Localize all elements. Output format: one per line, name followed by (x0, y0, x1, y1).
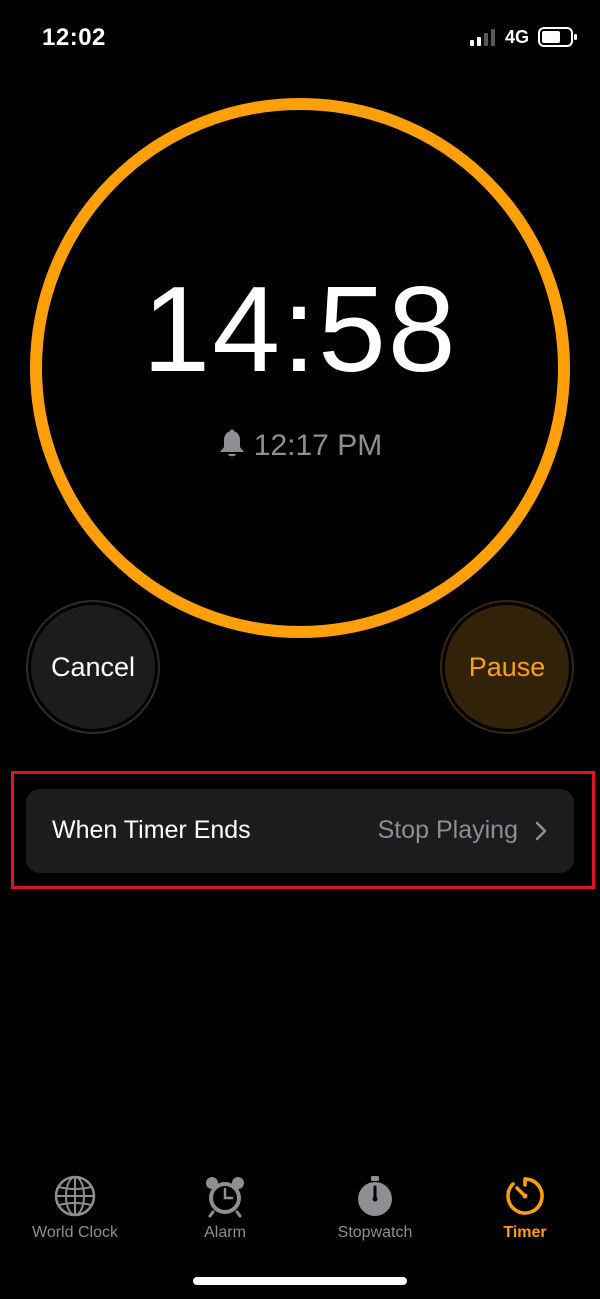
tab-label-alarm: Alarm (204, 1224, 246, 1241)
timer-remaining-time: 14:58 (142, 261, 458, 397)
tab-world-clock[interactable]: World Clock (0, 1170, 150, 1250)
pause-button-label[interactable]: Pause (445, 605, 569, 729)
globe-icon (54, 1175, 96, 1217)
when-timer-ends-value: Stop Playing (377, 816, 518, 844)
timer-end-time: 12:17 PM (0, 428, 600, 464)
end-time-label: 12:17 PM (253, 429, 383, 462)
battery-icon (538, 27, 577, 47)
bell-icon (219, 429, 244, 457)
status-time: 12:02 (42, 24, 106, 51)
tab-bar: World Clock Alarm Stopwatch Timer (0, 1170, 600, 1260)
when-timer-ends-label: When Timer Ends (52, 816, 251, 844)
alarm-clock-icon (206, 1177, 244, 1218)
status-bar: 12:02 4G (0, 0, 600, 80)
tab-stopwatch[interactable]: Stopwatch (300, 1170, 450, 1250)
tab-label-timer: Timer (503, 1224, 547, 1241)
tab-timer[interactable]: Timer (450, 1170, 600, 1250)
tab-alarm[interactable]: Alarm (150, 1170, 300, 1250)
timer-icon (506, 1177, 544, 1215)
when-timer-ends-row[interactable]: When Timer Ends Stop Playing (26, 789, 574, 873)
home-indicator[interactable] (193, 1277, 407, 1285)
pause-button[interactable]: Pause (440, 600, 574, 734)
network-type-label: 4G (505, 27, 530, 47)
tab-label-world-clock: World Clock (32, 1224, 118, 1241)
stopwatch-icon (358, 1176, 392, 1216)
cancel-button-label[interactable]: Cancel (31, 605, 155, 729)
cellular-signal-icon (470, 29, 495, 46)
tab-label-stopwatch: Stopwatch (337, 1224, 413, 1241)
cancel-button[interactable]: Cancel (26, 600, 160, 734)
chevron-right-icon (535, 821, 547, 841)
